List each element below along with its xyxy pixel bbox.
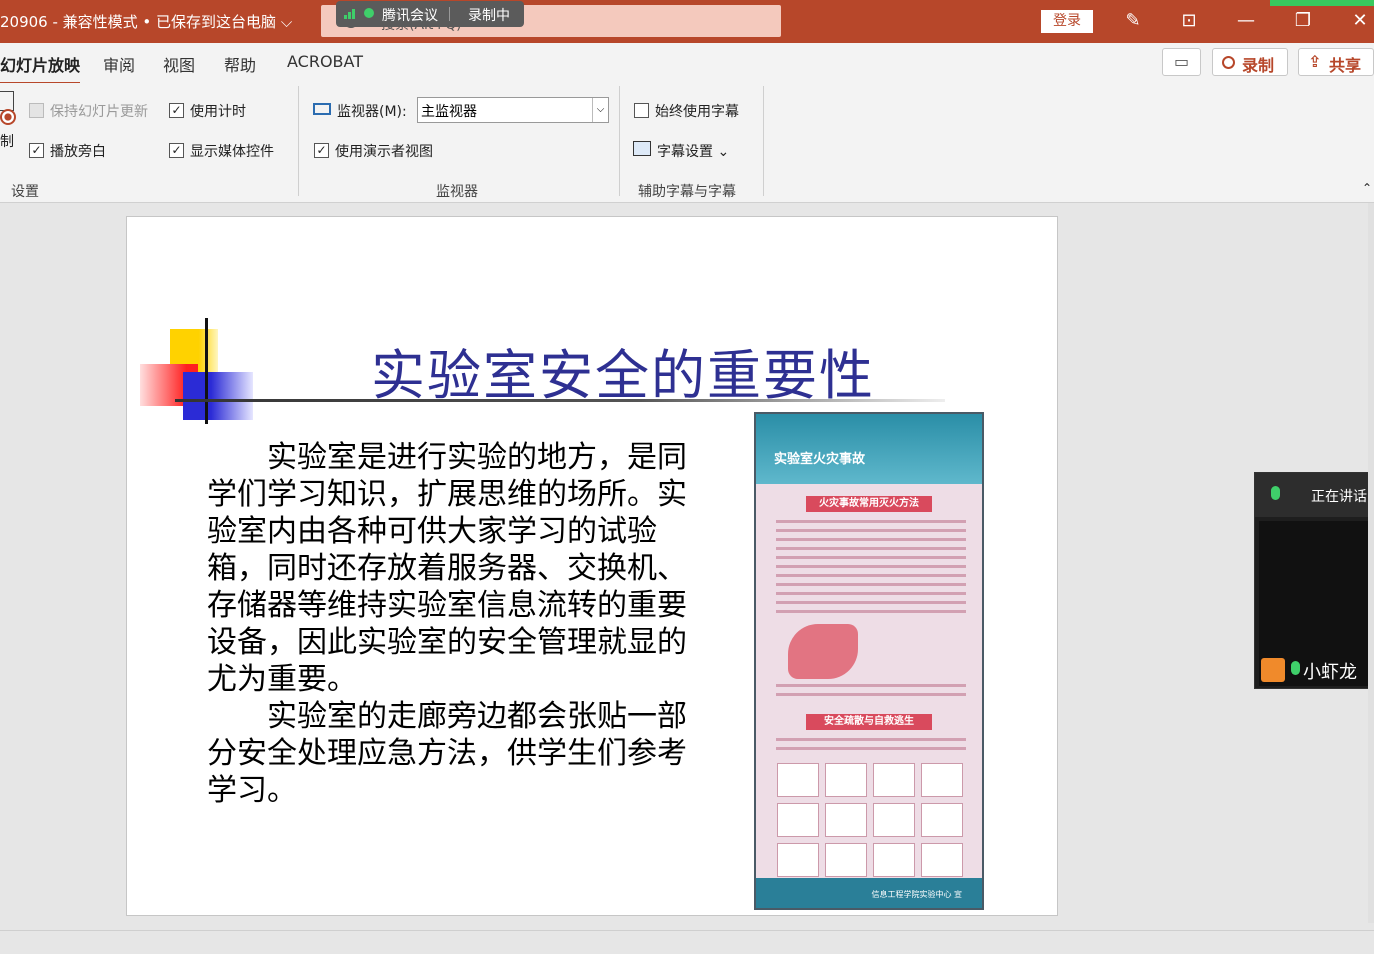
signal-icon xyxy=(344,9,358,19)
record-slideshow-button[interactable]: 制 xyxy=(0,89,20,150)
decor-vertical-line xyxy=(205,318,208,424)
keep-updated-label: 保持幻灯片更新 xyxy=(50,104,148,120)
meeting-indicator-strip xyxy=(1270,0,1374,6)
tab-view[interactable]: 视图 xyxy=(163,52,195,76)
tab-help[interactable]: 帮助 xyxy=(224,52,256,76)
always-subtitles-checkbox[interactable] xyxy=(634,103,649,118)
pen-icon[interactable]: ✎ xyxy=(1121,10,1145,32)
share-icon: ⇪ xyxy=(1308,52,1322,71)
restore-icon[interactable]: ❐ xyxy=(1291,10,1315,32)
microphone-icon xyxy=(1271,486,1280,500)
use-timing-checkbox[interactable]: ✓ xyxy=(169,103,184,118)
recording-label: 录制中 xyxy=(468,8,510,24)
record-slideshow-icon xyxy=(0,91,14,111)
ribbon-tabs: 幻灯片放映 审阅 视图 帮助 ACROBAT ▭ 录制 ⇪ 共享 xyxy=(0,43,1374,85)
title-bar: 20906 - 兼容性模式 • 已保存到这台电脑 ⌵ 搜索(Alt+Q) 腾讯会… xyxy=(0,0,1374,43)
slide-title: 实验室安全的重要性 xyxy=(371,344,875,407)
microphone-icon xyxy=(1291,661,1300,675)
comments-button[interactable]: ▭ xyxy=(1162,48,1201,76)
subtitle-settings-button[interactable]: 字幕设置 ⌄ xyxy=(657,141,729,161)
chevron-down-icon: ⌵ xyxy=(592,98,608,122)
close-icon[interactable]: ✕ xyxy=(1348,10,1372,32)
monitor-label: 监视器(M): xyxy=(337,104,407,120)
document-title[interactable]: 20906 - 兼容性模式 • 已保存到这台电脑 ⌵ xyxy=(0,11,292,32)
play-narration-label: 播放旁白 xyxy=(50,144,106,160)
speaking-label: 正在讲话: xyxy=(1311,489,1372,505)
body-paragraph: 实验室的走廊旁边都会张贴一部分安全处理应急方法，供学生们参考学习。 xyxy=(207,699,687,808)
slide-canvas[interactable]: 实验室安全的重要性 实验室是进行实验的地方，是同学们学习知识，扩展思维的场所。实… xyxy=(126,216,1058,916)
poster-section-1: 火灾事故常用灭火方法 xyxy=(806,496,932,512)
play-narration-checkbox[interactable]: ✓ xyxy=(29,143,44,158)
status-bar xyxy=(0,930,1374,954)
poster-section-2: 安全疏散与自救逃生 xyxy=(806,714,932,730)
ribbon: 制 保持幻灯片更新 ✓ 使用计时 ✓ 播放旁白 ✓ 显示媒体控件 设置 监视器(… xyxy=(0,83,1374,203)
tab-slideshow[interactable]: 幻灯片放映 xyxy=(0,52,81,85)
record-icon xyxy=(1222,56,1235,69)
record-button[interactable]: 录制 xyxy=(1212,48,1288,76)
meeting-status-badge[interactable]: 腾讯会议 录制中 xyxy=(336,1,524,27)
subtitle-settings-icon xyxy=(633,141,651,160)
login-button[interactable]: 登录 xyxy=(1041,10,1093,33)
poster-title: 实验室火灾事故 xyxy=(774,452,866,467)
presenter-view-checkbox[interactable]: ✓ xyxy=(314,143,329,158)
fire-safety-poster-image: 实验室火灾事故 火灾事故常用灭火方法 安全疏散与自救逃生 信息工程学院实验中心 … xyxy=(754,412,984,910)
poster-footer: 信息工程学院实验中心 宣 xyxy=(871,890,962,899)
group-label-monitor: 监视器 xyxy=(436,184,478,200)
participant-name: 小虾龙 xyxy=(1303,662,1357,683)
meeting-app-label: 腾讯会议 xyxy=(382,8,438,24)
body-paragraph: 实验室是进行实验的地方，是同学们学习知识，扩展思维的场所。实验室内由各种可供大家… xyxy=(207,440,687,697)
tab-review[interactable]: 审阅 xyxy=(103,52,135,76)
decor-blue-square xyxy=(183,372,253,420)
use-timing-label: 使用计时 xyxy=(190,104,246,120)
presenter-view-label: 使用演示者视图 xyxy=(335,144,433,160)
monitor-select[interactable]: 主监视器 ⌵ xyxy=(417,97,609,123)
share-button[interactable]: ⇪ 共享 xyxy=(1298,48,1374,76)
recording-dot-icon xyxy=(364,8,374,18)
avatar-icon xyxy=(1261,658,1285,682)
monitor-icon xyxy=(313,101,331,117)
keep-updated-checkbox[interactable] xyxy=(29,103,44,118)
group-label-subtitles: 辅助字幕与字幕 xyxy=(638,184,736,200)
minimize-icon[interactable]: — xyxy=(1234,10,1258,32)
participant-name-bar: 小虾龙 xyxy=(1259,656,1374,686)
show-media-checkbox[interactable]: ✓ xyxy=(169,143,184,158)
comment-icon: ▭ xyxy=(1173,52,1190,71)
tab-acrobat[interactable]: ACROBAT xyxy=(287,52,363,71)
meeting-video-panel[interactable]: 正在讲话: 小虾龙 xyxy=(1254,472,1374,689)
always-subtitles-label: 始终使用字幕 xyxy=(655,104,739,120)
slide-body-text: 实验室是进行实验的地方，是同学们学习知识，扩展思维的场所。实验室内由各种可供大家… xyxy=(207,439,707,809)
poster-illustrations xyxy=(774,760,970,880)
extinguisher-illustration xyxy=(788,624,858,679)
group-label-setup: 设置 xyxy=(11,184,39,200)
collapse-ribbon-icon[interactable]: ⌃ xyxy=(1362,181,1372,195)
ribbon-display-icon[interactable]: ⊡ xyxy=(1177,10,1201,32)
show-media-label: 显示媒体控件 xyxy=(190,144,274,160)
vertical-scrollbar[interactable] xyxy=(1368,203,1374,923)
